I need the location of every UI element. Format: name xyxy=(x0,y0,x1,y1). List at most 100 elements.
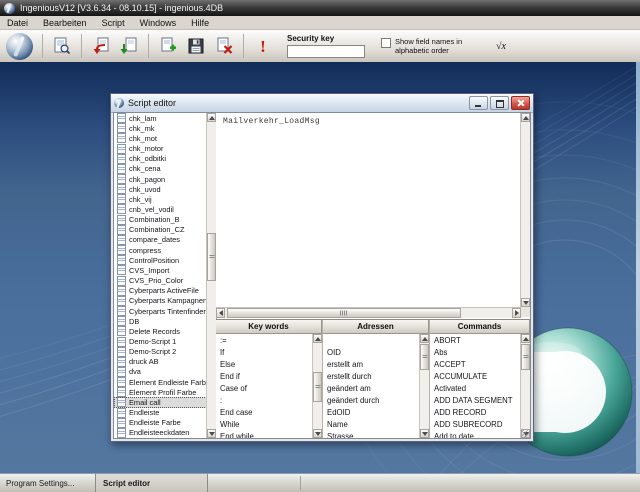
keywords-header[interactable]: Key words xyxy=(216,320,322,334)
script-list-item[interactable]: Element Endleiste Farbe xyxy=(114,377,207,387)
script-list-item[interactable]: CVS_Prio_Color xyxy=(114,276,207,286)
editor-text[interactable]: Mailverkehr_LoadMsg xyxy=(216,113,530,126)
execute-button[interactable]: ! xyxy=(251,34,275,58)
script-list-item[interactable]: compress xyxy=(114,245,207,255)
script-list-item[interactable]: Combination_CZ xyxy=(114,225,207,235)
panel-list-item[interactable]: OID xyxy=(323,346,420,358)
script-list-item[interactable]: chk_mot xyxy=(114,133,207,143)
panel-list-item[interactable] xyxy=(323,334,420,346)
panel-list-item[interactable]: End if xyxy=(216,370,313,382)
script-list-item[interactable]: ControlPosition xyxy=(114,255,207,265)
script-list-item[interactable]: Endleisteeckdaten xyxy=(114,428,207,438)
keywords-scrollbar[interactable] xyxy=(312,334,322,438)
delete-script-button[interactable] xyxy=(212,34,236,58)
panel-list-item[interactable]: Strasse xyxy=(323,431,420,438)
checkbox-icon[interactable] xyxy=(381,38,391,48)
script-list-item[interactable]: DB xyxy=(114,316,207,326)
menu-item[interactable]: Hilfe xyxy=(191,18,209,28)
panel-list-item[interactable]: geändert am xyxy=(323,382,420,394)
script-list-item[interactable]: CVS_Import xyxy=(114,265,207,275)
panel-list-item[interactable]: Else xyxy=(216,358,313,370)
script-list-item[interactable]: chk_cena xyxy=(114,164,207,174)
menu-item[interactable]: Bearbeiten xyxy=(43,18,87,28)
script-name: chk_mk xyxy=(129,124,154,133)
panel-list-item[interactable]: := xyxy=(216,334,313,346)
resize-grip[interactable] xyxy=(521,429,529,437)
script-list-item[interactable]: compare_dates xyxy=(114,235,207,245)
scrollbar-thumb[interactable] xyxy=(227,308,461,318)
adressen-scrollbar[interactable] xyxy=(419,334,429,438)
script-list-item[interactable]: cnb_vel_vodil xyxy=(114,204,207,214)
script-list-item[interactable]: chk_pagon xyxy=(114,174,207,184)
panel-list-item[interactable]: erstellt am xyxy=(323,358,420,370)
panel-list-item[interactable]: EdOID xyxy=(323,407,420,419)
preview-button[interactable] xyxy=(50,34,74,58)
script-list-item[interactable]: dva xyxy=(114,367,207,377)
script-list-item[interactable]: Email call xyxy=(114,397,207,407)
script-list-item[interactable]: Demo-Script 1 xyxy=(114,336,207,346)
panel-list-item[interactable]: Activated xyxy=(430,382,521,394)
script-list-item[interactable]: Demo-Script 2 xyxy=(114,347,207,357)
panel-list-item[interactable]: End while xyxy=(216,431,313,438)
adressen-header[interactable]: Adressen xyxy=(323,320,429,334)
panel-list-item[interactable]: If xyxy=(216,346,313,358)
script-list-item[interactable]: Endleiste Farbe xyxy=(114,418,207,428)
close-button[interactable] xyxy=(511,96,530,110)
editor-horizontal-scrollbar[interactable] xyxy=(216,307,521,318)
panel-list-item[interactable]: erstellt durch xyxy=(323,370,420,382)
panel-list-item[interactable]: ADD DATA SEGMENT xyxy=(430,394,521,406)
panel-list-item[interactable]: ADD SUBRECORD xyxy=(430,419,521,431)
scrollbar-thumb[interactable] xyxy=(207,233,216,281)
panel-list-item[interactable]: Case of xyxy=(216,382,313,394)
panel-list-item[interactable]: : xyxy=(216,394,313,406)
script-list-item[interactable]: chk_lam xyxy=(114,113,207,123)
script-list-item[interactable]: druck AB xyxy=(114,357,207,367)
save-button[interactable] xyxy=(184,34,208,58)
panel-list-item[interactable]: Abs xyxy=(430,346,521,358)
scrollbar-thumb[interactable] xyxy=(420,344,429,370)
code-editor[interactable]: Mailverkehr_LoadMsg xyxy=(216,113,530,307)
script-list-item[interactable]: Cyberparts Kampagnenimpo xyxy=(114,296,207,306)
panel-list-item[interactable]: While xyxy=(216,419,313,431)
commands-header[interactable]: Commands xyxy=(430,320,530,334)
script-list-item[interactable]: chk_vij xyxy=(114,194,207,204)
script-name: chk_mot xyxy=(129,134,157,143)
panel-list-item[interactable]: ADD RECORD xyxy=(430,407,521,419)
script-list-item[interactable]: chk_mk xyxy=(114,123,207,133)
script-list-item[interactable]: chk_uvod xyxy=(114,184,207,194)
script-list-item[interactable]: chk_odbitki xyxy=(114,154,207,164)
maximize-button[interactable] xyxy=(490,96,509,110)
panel-list-item[interactable]: ABORT xyxy=(430,334,521,346)
alphabetic-order-option[interactable]: Show field names in alphabetic order xyxy=(381,37,481,55)
minimize-button[interactable] xyxy=(469,96,488,110)
panel-list-item[interactable]: Add to date xyxy=(430,431,521,438)
script-list-item[interactable]: Cyberparts ActiveFile xyxy=(114,286,207,296)
security-key-input[interactable] xyxy=(287,45,365,58)
panel-list-item[interactable]: geändert durch xyxy=(323,394,420,406)
taskbar-tab-script-editor[interactable]: Script editor xyxy=(95,474,208,492)
scrollbar-thumb[interactable] xyxy=(313,372,322,402)
script-editor-titlebar[interactable]: Script editor xyxy=(111,94,533,113)
panel-list-item[interactable]: End case xyxy=(216,407,313,419)
scrollbar-thumb[interactable] xyxy=(521,344,530,370)
script-list-scrollbar[interactable] xyxy=(206,113,216,438)
script-list-item[interactable]: chk_motor xyxy=(114,143,207,153)
script-list-item[interactable]: Delete Records xyxy=(114,326,207,336)
commands-scrollbar[interactable] xyxy=(520,334,530,438)
editor-vertical-scrollbar[interactable] xyxy=(520,113,530,307)
taskbar-item-program-settings[interactable]: Program Settings... xyxy=(6,474,74,492)
formula-button[interactable]: √x xyxy=(489,34,513,58)
script-list-item[interactable]: Endleiste xyxy=(114,408,207,418)
panel-list-item[interactable]: ACCUMULATE xyxy=(430,370,521,382)
panel-list-item[interactable]: ACCEPT xyxy=(430,358,521,370)
import-script-button[interactable] xyxy=(89,34,113,58)
menu-item[interactable]: Windows xyxy=(140,18,177,28)
export-script-button[interactable] xyxy=(117,34,141,58)
script-list-item[interactable]: Cyberparts Tintenfinder Arti xyxy=(114,306,207,316)
menu-item[interactable]: Datei xyxy=(7,18,28,28)
script-list-item[interactable]: Element Profil Farbe xyxy=(114,387,207,397)
menu-item[interactable]: Script xyxy=(102,18,125,28)
new-script-button[interactable] xyxy=(156,34,180,58)
script-list-item[interactable]: Combination_B xyxy=(114,215,207,225)
panel-list-item[interactable]: Name xyxy=(323,419,420,431)
